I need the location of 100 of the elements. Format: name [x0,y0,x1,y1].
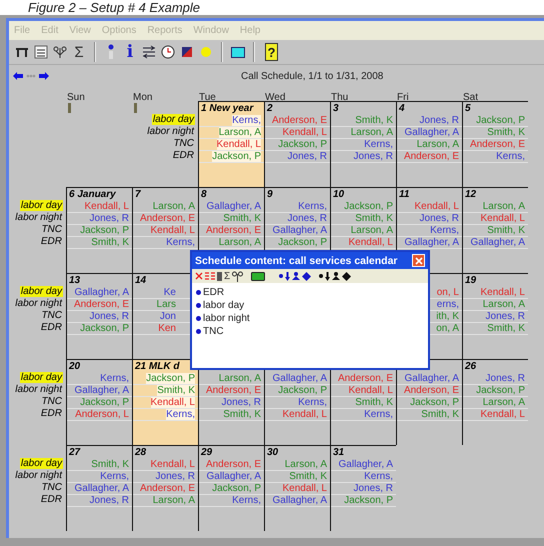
day-cell[interactable]: 1 New year Kerns, Larson, A Kendall, L Jackson, P [198,101,264,187]
day-cell[interactable]: 30 Larson, A Smith, K Kendall, L Gallagher, A [264,445,330,531]
day-cell[interactable]: 20 Kerns, Gallagher, A Jackson, P Anderson, L [66,359,132,445]
help-button[interactable]: ? [265,43,278,61]
staff-name: Kerns, [298,201,327,212]
day-cell[interactable]: 4 Jones, R Gallagher, A Larson, A Anderson, E [396,101,462,187]
person-icon[interactable] [292,272,300,280]
staff-name: Kerns, [100,373,129,384]
day-cell[interactable]: 19 Kendall, L Larson, A Jones, R Smith, K [462,273,528,359]
day-title: 28 [135,447,146,458]
staff-name: Smith, K [355,397,393,408]
bullet-icon [196,316,201,321]
staff-name: Jackson, P [212,151,261,162]
staff-name: ith, K [436,311,459,322]
staff-name: Kendall, L [150,225,195,236]
day-cell[interactable]: 27 Smith, K Kerns, Gallagher, A Jones, R [66,445,132,531]
day-cell[interactable]: 13 Gallagher, A Anderson, E Jones, R Jackson, P [66,273,132,359]
staff-name: Gallagher, A [404,373,459,384]
day-cell[interactable]: 2 Anderson, E Kendall, L Jackson, P Jones, R [264,101,330,187]
grid-icon[interactable] [205,272,215,280]
staff-name: Larson, A [218,373,261,384]
list-item[interactable]: labor night [203,313,250,324]
staff-name: Larson, A [284,459,327,470]
staff-name: Jones, R [288,151,327,162]
shift-label: EDR [40,494,63,505]
down-arrow-icon[interactable] [285,272,290,280]
down-arrow-icon[interactable] [325,272,330,280]
staff-name: Jackson, P [80,225,129,236]
staff-name: Smith, K [157,385,195,396]
screen-icon[interactable] [251,272,266,280]
staff-name: Jones, R [486,373,525,384]
staff-name: Kendall, L [282,409,327,420]
staff-name: Jones, R [354,151,393,162]
staff-name: Anderson, E [140,483,195,494]
list-item[interactable]: labor day [203,300,244,311]
staff-name: on, L [436,287,459,298]
staff-name: Jackson, P [80,397,129,408]
shift-label: labor day [20,200,63,211]
staff-name: Ke [164,287,176,298]
staff-name: Jones, R [354,483,393,494]
staff-name: Anderson, E [140,213,195,224]
staff-name: Larson, A [350,127,393,138]
bar-icon[interactable] [217,272,222,280]
bullet-icon [196,290,201,295]
shift-label: labor night [14,298,63,309]
staff-name: Gallagher, A [338,459,393,470]
staff-name: Larson, A [218,237,261,248]
day-title: 8 [201,189,207,200]
staff-name: Anderson, E [338,373,393,384]
day-title: 5 [465,103,471,114]
staff-name: Kendall, L [84,201,129,212]
day-cell[interactable]: 31 Gallagher, A Kerns, Jones, R Jackson, P [330,445,396,531]
day-cell[interactable]: 21 MLK d Jackson, P Smith, K Kendall, L Kerns, [132,359,198,445]
staff-name: Kendall, L [480,287,525,298]
info-button[interactable]: i [121,42,139,62]
delete-icon[interactable] [195,272,203,280]
list-item[interactable]: EDR [203,287,224,298]
left-arrow-icon[interactable] [13,72,23,80]
shift-label: TNC [40,310,63,321]
staff-name: Gallagher, A [272,373,327,384]
day-title: 27 [69,447,80,458]
schedule-title: Call Schedule, 1/1 to 1/31, 2008 [241,70,384,82]
close-button[interactable] [412,254,425,267]
day-cell[interactable]: 28 Kendall, L Jones, R Anderson, E Larson, A [132,445,198,531]
day-cell[interactable]: Gallagher, A Anderson, E Jackson, P Smith, K [396,359,462,445]
day-title: 21 MLK d [135,361,180,372]
day-cell[interactable]: 5 Jackson, P Smith, K Anderson, E Kerns, [462,101,528,187]
sum-button[interactable]: Σ [70,42,88,62]
dot-icon[interactable] [279,274,284,278]
shift-label: labor day [20,372,63,383]
staff-name: Gallagher, A [206,471,261,482]
staff-name: Jackson, P [278,385,327,396]
weekday-header: Wed [264,92,286,103]
day-cell[interactable]: 3 Smith, K Larson, A Kerns, Jones, R [330,101,396,187]
list-item[interactable]: TNC [203,326,224,337]
weekday-header: Tue [198,92,216,103]
staff-name: on, A [436,323,459,334]
staff-name: Jones, R [420,213,459,224]
day-cell[interactable]: 29 Anderson, E Gallagher, A Jackson, P Kerns, [198,445,264,531]
day-title: 2 [267,103,273,114]
staff-name: Kendall, L [480,213,525,224]
day-title: 9 [267,189,273,200]
day-title: 12 [465,189,476,200]
shift-label: labor night [146,126,195,137]
day-title: 11 [399,189,410,200]
person-icon[interactable] [332,272,340,280]
staff-name: Gallagher, A [272,495,327,506]
day-cell[interactable]: 26 Jones, R Jackson, P Larson, A Kendall, L [462,359,528,445]
tree-icon[interactable] [232,270,244,282]
staff-name: Kerns, [100,471,129,482]
sum-button[interactable]: Σ [224,270,230,282]
dot-icon[interactable] [319,274,324,278]
shift-label: TNC [172,138,195,149]
staff-name: Smith, K [487,225,525,236]
day-cell[interactable]: 12 Larson, A Kendall, L Smith, K Gallagher, A [462,187,528,273]
right-arrow-icon[interactable] [39,72,49,80]
staff-name: Anderson, E [272,115,327,126]
staff-name: Kerns, [364,139,393,150]
day-cell[interactable]: 6 January Kendall, L Jones, R Jackson, P Smith, K [66,187,132,273]
staff-name: Smith, K [91,237,129,248]
